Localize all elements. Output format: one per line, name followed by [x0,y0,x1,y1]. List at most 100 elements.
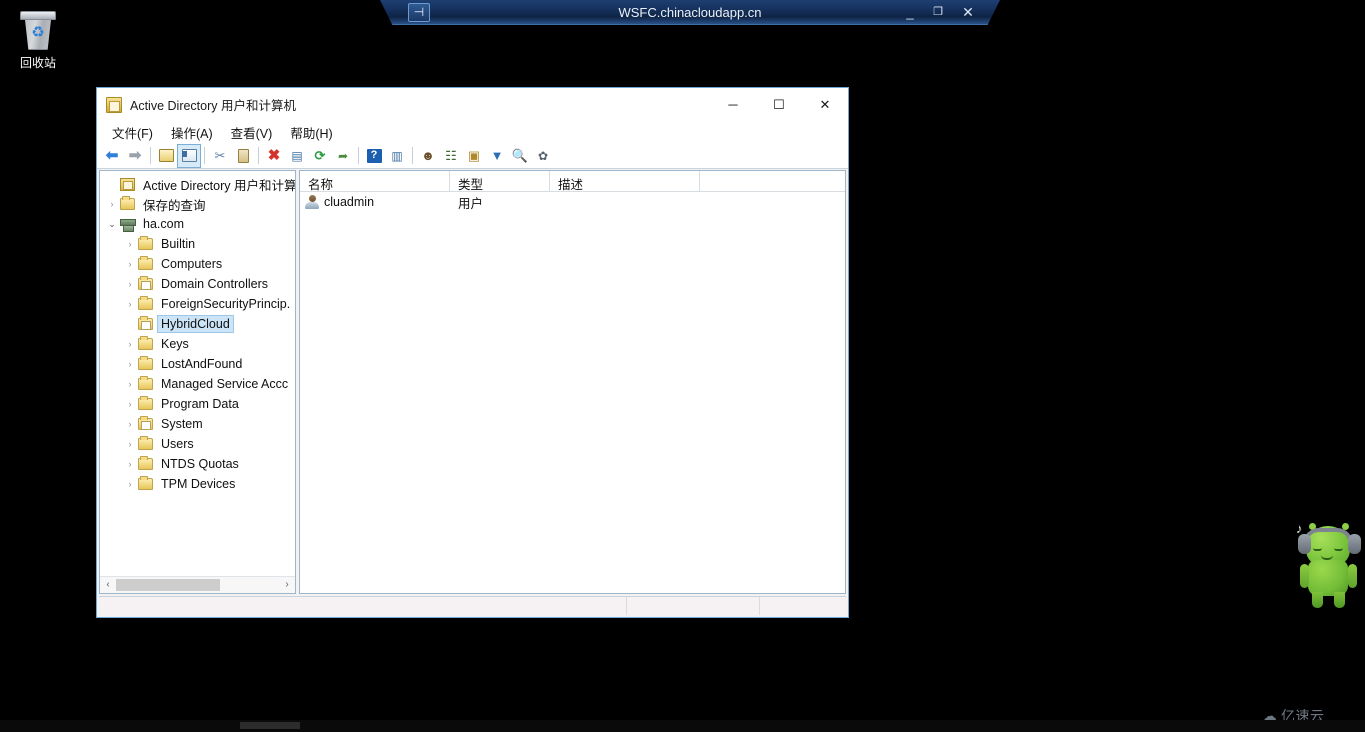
taskbar-item[interactable] [240,722,300,729]
folder-icon [138,476,153,490]
taskbar[interactable] [0,720,1365,732]
tree-item-computers[interactable]: › Computers [100,254,295,274]
tree-pane: Active Directory 用户和计算机 › 保存的查询 ⌄ ha.com › Bui… [99,170,296,594]
folder-icon [120,196,135,210]
folder-icon [138,396,153,410]
tree-item-label: Builtin [161,237,196,251]
scroll-right-button[interactable]: › [279,577,295,593]
console-view-icon: ▥ [391,148,403,163]
headphone-ear-left [1298,534,1311,554]
refresh-icon: ⟳ [314,148,326,163]
export-list-button[interactable]: ➦ [332,145,354,167]
menu-view[interactable]: 查看(V) [222,121,282,144]
android-arm-right [1348,564,1357,588]
menu-bar: 文件(F) 操作(A) 查看(V) 帮助(H) [97,121,848,143]
toolbar-separator [358,147,359,164]
headphone-ear-right [1348,534,1361,554]
expand-chevron-icon[interactable]: › [122,399,138,409]
tree-item-system[interactable]: › System [100,414,295,434]
tree-item-domain-controllers[interactable]: › Domain Controllers [100,274,295,294]
show-hide-tree-button[interactable] [177,143,201,168]
folder-special-icon [138,416,153,430]
back-button[interactable]: ⬅ [101,145,123,167]
tree-item-label: Managed Service Accc [161,377,289,391]
expand-chevron-icon[interactable]: › [122,479,138,489]
new-user-button[interactable]: ☻ [417,145,439,167]
new-group-button[interactable]: ☷ [440,145,462,167]
cut-button[interactable]: ✂ [209,145,231,167]
filter-icon: ▼ [490,148,504,163]
tree-item-hybridcloud[interactable]: HybridCloud [100,314,295,334]
tree-item-ntds-quotas[interactable]: › NTDS Quotas [100,454,295,474]
tree-item-label: LostAndFound [161,357,243,371]
expand-chevron-icon[interactable]: › [122,299,138,309]
refresh-button[interactable]: ⟳ [309,145,331,167]
expand-chevron-icon[interactable]: › [122,279,138,289]
expand-chevron-icon[interactable]: ⌄ [104,219,120,230]
status-bar-section-left [99,597,627,615]
menu-help[interactable]: 帮助(H) [281,121,341,144]
table-row[interactable]: cluadmin 用户 [300,192,845,212]
menu-action[interactable]: 操作(A) [162,121,222,144]
column-header-name[interactable]: 名称 [300,171,450,192]
expand-chevron-icon[interactable]: › [122,439,138,449]
tree-horizontal-scrollbar[interactable]: ‹ › [100,576,295,593]
forward-button[interactable]: ➡ [124,145,146,167]
tree-item-label: Active Directory 用户和计算机 [143,178,295,193]
new-group-icon: ☷ [445,148,457,163]
settings-button[interactable]: ✿ [532,145,554,167]
tree-item-label: Keys [161,337,189,351]
rdp-connection-bar[interactable]: ⊣ WSFC.chinacloudapp.cn _ ❐ ✕ [380,0,1000,25]
folder-icon [138,356,153,370]
tree-item-tpm-devices[interactable]: › TPM Devices [100,474,295,494]
find-button[interactable]: 🔍 [509,145,531,167]
window-close-button[interactable]: ✕ [802,89,848,121]
tree-item-lostandfound[interactable]: › LostAndFound [100,354,295,374]
recycle-bin-icon[interactable]: ♻ 回收站 [6,8,70,70]
expand-chevron-icon[interactable]: › [122,379,138,389]
forward-icon: ➡ [128,147,142,164]
expand-chevron-icon[interactable]: › [122,459,138,469]
tree-item-root[interactable]: Active Directory 用户和计算机 [100,174,295,194]
window-minimize-button[interactable]: ─ [710,89,756,121]
up-one-level-button[interactable] [155,145,177,167]
expand-chevron-icon[interactable]: › [122,359,138,369]
recycle-bin-lid [20,11,56,20]
paste-button[interactable] [232,145,254,167]
filter-button[interactable]: ▼ [486,145,508,167]
column-header-type[interactable]: 类型 [450,171,550,192]
console-view-button[interactable]: ▥ [386,145,408,167]
cut-icon: ✂ [214,148,226,163]
expand-chevron-icon[interactable]: › [104,199,120,209]
android-leg-left [1312,592,1323,608]
menu-file[interactable]: 文件(F) [103,121,162,144]
tree-item-label: ha.com [143,217,184,231]
tree-item-builtin[interactable]: › Builtin [100,234,295,254]
rdp-minimize-button[interactable]: _ [898,0,922,25]
tree-item-managed-service-accounts[interactable]: › Managed Service Accc [100,374,295,394]
scroll-left-button[interactable]: ‹ [100,577,116,593]
expand-chevron-icon[interactable]: › [122,419,138,429]
mmc-console-icon [106,96,122,113]
tree-item-saved-queries[interactable]: › 保存的查询 [100,194,295,214]
new-ou-button[interactable]: ▣ [463,145,485,167]
tree-item-ha-com[interactable]: ⌄ ha.com [100,214,295,234]
rdp-close-button[interactable]: ✕ [956,0,980,25]
tree-item-program-data[interactable]: › Program Data [100,394,295,414]
tree-item-users[interactable]: › Users [100,434,295,454]
tree-item-foreign-security-principals[interactable]: › ForeignSecurityPrincip. [100,294,295,314]
help-button[interactable]: ? [363,145,385,167]
expand-chevron-icon[interactable]: › [122,239,138,249]
expand-chevron-icon[interactable]: › [122,259,138,269]
tree-item-keys[interactable]: › Keys [100,334,295,354]
delete-button[interactable]: ✖ [263,145,285,167]
properties-button[interactable]: ▤ [286,145,308,167]
expand-chevron-icon[interactable]: › [122,339,138,349]
folder-icon [138,376,153,390]
scrollbar-thumb[interactable] [116,579,220,591]
window-maximize-button[interactable]: ☐ [756,89,802,121]
column-header-description[interactable]: 描述 [550,171,700,192]
rdp-restore-button[interactable]: ❐ [926,0,950,25]
window-titlebar[interactable]: Active Directory 用户和计算机 ─ ☐ ✕ [97,88,848,121]
folder-special-icon [138,316,153,330]
